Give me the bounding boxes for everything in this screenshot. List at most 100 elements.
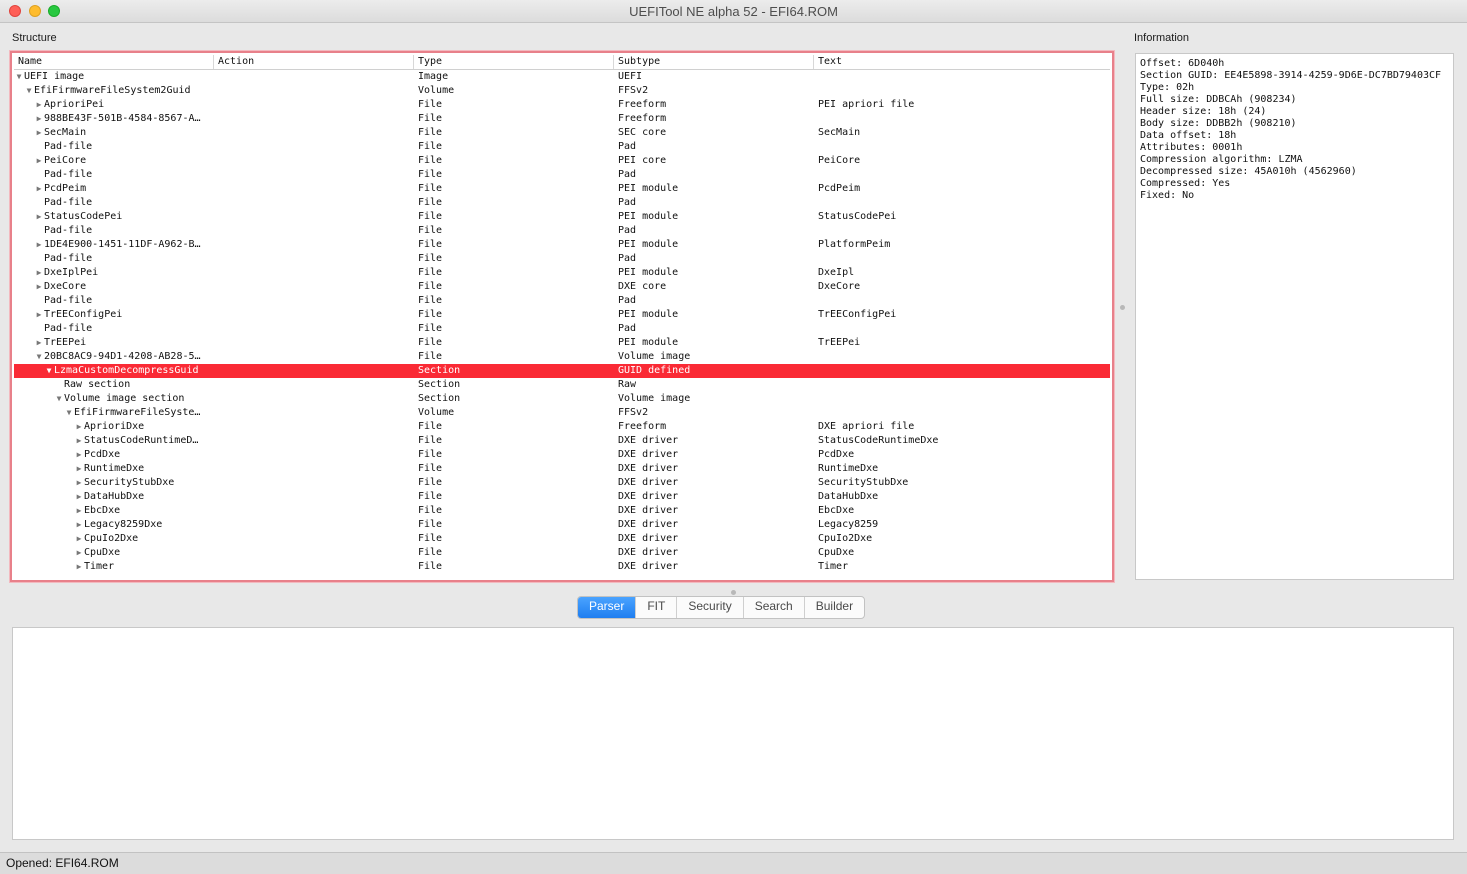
tree-row-name-cell: Pad-file xyxy=(14,322,232,336)
horizontal-splitter-handle[interactable] xyxy=(731,590,736,595)
tree-row-name: DataHubDxe xyxy=(84,491,145,502)
expand-triangle-icon[interactable]: ▶ xyxy=(74,434,84,448)
tree-row[interactable]: Pad-file File Pad xyxy=(14,140,1110,154)
tree-row-name: AprioriDxe xyxy=(84,421,145,432)
expand-triangle-icon[interactable]: ▶ xyxy=(34,210,44,224)
tree-row[interactable]: ▼ 20BC8AC9-94D1-4208-AB28-5… File Volume im… xyxy=(14,350,1110,364)
tree-row[interactable]: ▶ CpuDxe File DXE driver CpuDxe xyxy=(14,546,1110,560)
collapse-triangle-icon[interactable]: ▼ xyxy=(44,364,54,378)
expand-triangle-icon[interactable]: ▶ xyxy=(34,126,44,140)
tree-row[interactable]: ▶ AprioriPei File Freeform PEI apriori file xyxy=(14,98,1110,112)
expand-triangle-icon[interactable]: ▶ xyxy=(34,112,44,126)
tree-row[interactable]: ▶ AprioriDxe File Freeform DXE apriori file xyxy=(14,420,1110,434)
tree-row[interactable]: ▶ 988BE43F-501B-4584-8567-A… File Freeform xyxy=(14,112,1110,126)
tree-row[interactable]: ▶ 1DE4E900-1451-11DF-A962-B… File PEI modul… xyxy=(14,238,1110,252)
tree-row[interactable]: ▶ PcdPeim File PEI module PcdPeim xyxy=(14,182,1110,196)
tab-search[interactable]: Search xyxy=(744,597,805,618)
tree-row-text: PeiCore xyxy=(818,155,861,166)
tree-row[interactable]: Pad-file File Pad xyxy=(14,224,1110,238)
tree-row[interactable]: Pad-file File Pad xyxy=(14,294,1110,308)
expand-triangle-icon[interactable]: ▶ xyxy=(74,546,84,560)
tree-row[interactable]: ▶ StatusCodePei File PEI module StatusCodePe… xyxy=(14,210,1110,224)
info-line: Offset: 6D040h xyxy=(1140,58,1225,69)
column-header-type[interactable]: Type xyxy=(414,55,614,69)
tree-row[interactable]: Pad-file File Pad xyxy=(14,196,1110,210)
expand-triangle-icon[interactable]: ▶ xyxy=(74,504,84,518)
expand-triangle-icon[interactable]: ▶ xyxy=(34,336,44,350)
tree-row-subtype: DXE driver xyxy=(618,435,679,446)
tree-row[interactable]: Pad-file File Pad xyxy=(14,168,1110,182)
column-header-subtype[interactable]: Subtype xyxy=(614,55,814,69)
tree-row-type: File xyxy=(418,477,443,488)
collapse-triangle-icon[interactable]: ▼ xyxy=(64,406,74,420)
collapse-triangle-icon[interactable]: ▼ xyxy=(54,392,64,406)
column-header-text[interactable]: Text xyxy=(814,55,1112,69)
tree-row[interactable]: ▶ DataHubDxe File DXE driver DataHubDxe xyxy=(14,490,1110,504)
collapse-triangle-icon[interactable]: ▼ xyxy=(34,350,44,364)
tree-row-name-cell: ▶ SecurityStubDxe xyxy=(14,476,272,490)
structure-tree[interactable]: Name Action Type Subtype Text ▼ UEFI imag… xyxy=(10,51,1114,582)
tree-row[interactable]: ▶ Timer File DXE driver Timer xyxy=(14,560,1110,574)
tree-row[interactable]: ▶ TrEEPei File PEI module TrEEPei xyxy=(14,336,1110,350)
tree-row[interactable]: ▶ DxeCore File DXE core DxeCore xyxy=(14,280,1110,294)
tree-row-name: 1DE4E900-1451-11DF-A962-B… xyxy=(44,239,201,250)
tree-row-type: File xyxy=(418,519,443,530)
tree-row-name-cell: ▼ EfiFirmwareFileSyste… xyxy=(14,406,262,420)
tree-row[interactable]: ▶ Legacy8259Dxe File DXE driver Legacy8259 xyxy=(14,518,1110,532)
tree-row-name: 988BE43F-501B-4584-8567-A… xyxy=(44,113,201,124)
tree-row[interactable]: ▼ UEFI image Image UEFI xyxy=(14,70,1110,84)
tab-parser[interactable]: Parser xyxy=(578,597,637,618)
tree-row-type: File xyxy=(418,225,443,236)
tab-fit[interactable]: FIT xyxy=(636,597,678,618)
expand-triangle-icon[interactable]: ▶ xyxy=(74,560,84,574)
tree-row[interactable]: ▼ EfiFirmwareFileSystem2Guid Volume FFSv2 xyxy=(14,84,1110,98)
expand-triangle-icon[interactable]: ▶ xyxy=(74,490,84,504)
tree-row[interactable]: ▼ Volume image section Section Volume image xyxy=(14,392,1110,406)
tree-row[interactable]: ▶ PcdDxe File DXE driver PcdDxe xyxy=(14,448,1110,462)
expand-triangle-icon[interactable]: ▶ xyxy=(34,98,44,112)
expand-triangle-icon[interactable]: ▶ xyxy=(34,154,44,168)
tree-row[interactable]: ▶ RuntimeDxe File DXE driver RuntimeDxe xyxy=(14,462,1110,476)
tree-row[interactable]: ▶ CpuIo2Dxe File DXE driver CpuIo2Dxe xyxy=(14,532,1110,546)
tree-row[interactable]: ▼ EfiFirmwareFileSyste… Volume FFSv2 xyxy=(14,406,1110,420)
tree-row[interactable]: Raw section Section Raw xyxy=(14,378,1110,392)
collapse-triangle-icon[interactable]: ▼ xyxy=(24,84,34,98)
tree-row[interactable]: ▶ StatusCodeRuntimeD… File DXE driver Status… xyxy=(14,434,1110,448)
tree-row[interactable]: ▶ SecMain File SEC core SecMain xyxy=(14,126,1110,140)
tree-row-name: Pad-file xyxy=(44,323,93,334)
tab-builder[interactable]: Builder xyxy=(805,597,864,618)
tree-row-name-cell: ▶ AprioriPei xyxy=(14,98,232,112)
tree-row[interactable]: ▶ TrEEConfigPei File PEI module TrEEConfigPe… xyxy=(14,308,1110,322)
tab-security[interactable]: Security xyxy=(677,597,744,618)
tree-row-subtype: Freeform xyxy=(618,421,667,432)
tree-row-name-cell: ▼ 20BC8AC9-94D1-4208-AB28-5… xyxy=(14,350,232,364)
parser-messages-panel[interactable] xyxy=(12,627,1454,840)
tree-row-type: File xyxy=(418,253,443,264)
tree-row-name: Raw section xyxy=(64,379,131,390)
column-header-name[interactable]: Name xyxy=(14,55,214,69)
tree-row[interactable]: ▼ LzmaCustomDecompressGuid Section GUID def… xyxy=(14,364,1110,378)
expand-triangle-icon[interactable]: ▶ xyxy=(74,518,84,532)
expand-triangle-icon[interactable]: ▶ xyxy=(74,532,84,546)
column-header-action[interactable]: Action xyxy=(214,55,414,69)
tree-row[interactable]: ▶ SecurityStubDxe File DXE driver SecuritySt… xyxy=(14,476,1110,490)
expand-triangle-icon[interactable]: ▶ xyxy=(34,238,44,252)
expand-triangle-icon[interactable]: ▶ xyxy=(74,462,84,476)
expand-triangle-icon[interactable]: ▶ xyxy=(34,280,44,294)
tree-row[interactable]: Pad-file File Pad xyxy=(14,322,1110,336)
vertical-splitter-handle[interactable] xyxy=(1120,305,1125,310)
tree-row[interactable]: ▶ PeiCore File PEI core PeiCore xyxy=(14,154,1110,168)
expand-triangle-icon[interactable]: ▶ xyxy=(34,308,44,322)
collapse-triangle-icon[interactable]: ▼ xyxy=(14,70,24,84)
expand-triangle-icon[interactable]: ▶ xyxy=(74,476,84,490)
tree-row-name-cell: ▶ PcdPeim xyxy=(14,182,232,196)
expand-triangle-icon[interactable]: ▶ xyxy=(74,448,84,462)
tree-row-text: PlatformPeim xyxy=(818,239,891,250)
tree-row[interactable]: ▶ DxeIplPei File PEI module DxeIpl xyxy=(14,266,1110,280)
status-text: Opened: EFI64.ROM xyxy=(6,856,119,870)
expand-triangle-icon[interactable]: ▶ xyxy=(34,182,44,196)
tree-row[interactable]: ▶ EbcDxe File DXE driver EbcDxe xyxy=(14,504,1110,518)
expand-triangle-icon[interactable]: ▶ xyxy=(34,266,44,280)
tree-row[interactable]: Pad-file File Pad xyxy=(14,252,1110,266)
expand-triangle-icon[interactable]: ▶ xyxy=(74,420,84,434)
